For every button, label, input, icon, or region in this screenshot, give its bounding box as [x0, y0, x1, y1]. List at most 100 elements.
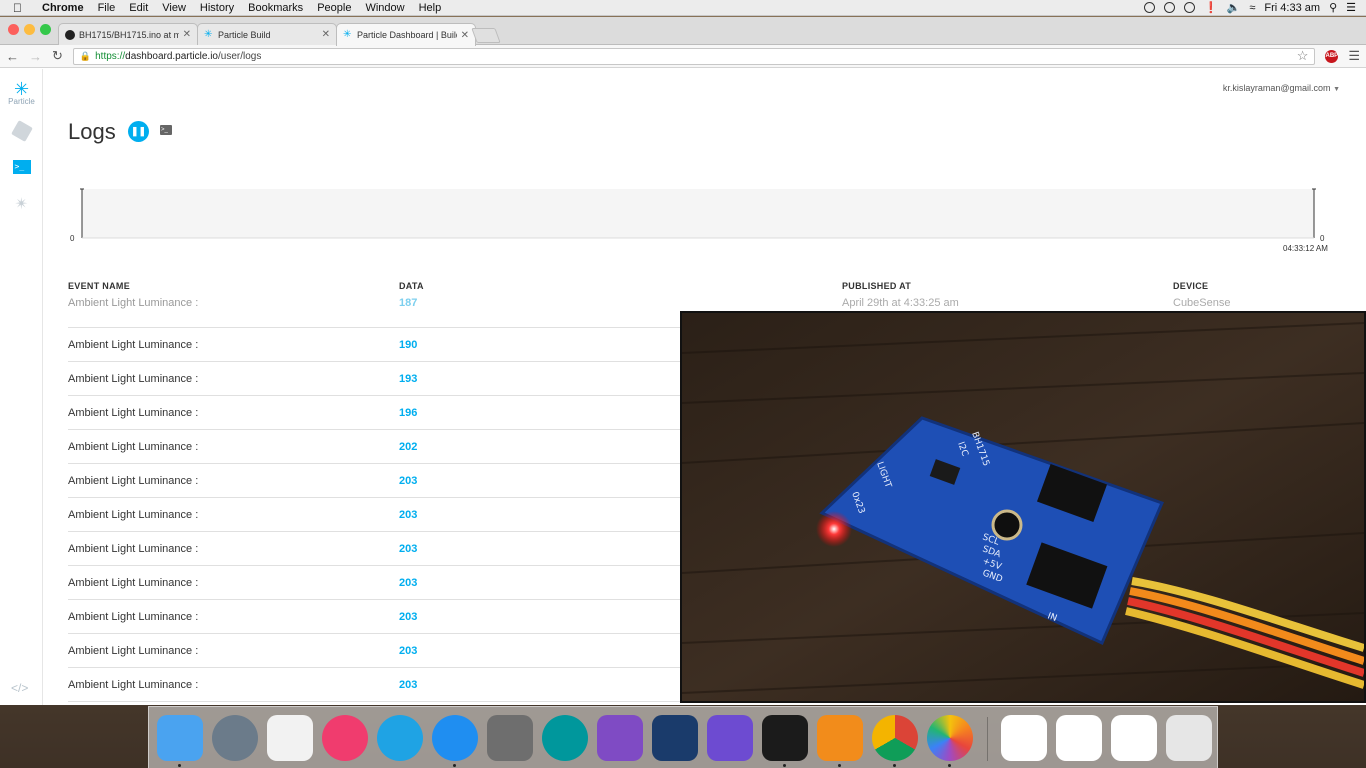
imovie-icon[interactable]: [707, 715, 753, 761]
data-cell: 203: [399, 475, 418, 487]
chrome-icon[interactable]: [872, 715, 918, 761]
menu-bookmarks[interactable]: Bookmarks: [241, 0, 310, 16]
back-icon[interactable]: ←: [6, 49, 19, 64]
itunes-icon[interactable]: [322, 715, 368, 761]
window-close-icon[interactable]: [8, 24, 19, 35]
terminal-icon[interactable]: [762, 715, 808, 761]
event-name-cell: Ambient Light Luminance :: [68, 297, 199, 309]
dock-separator: [987, 717, 988, 761]
address-bar[interactable]: 🔒 https://dashboard.particle.io/user/log…: [72, 47, 1316, 65]
launchpad-icon[interactable]: [212, 715, 258, 761]
code-icon[interactable]: </>: [11, 681, 28, 695]
menu-people[interactable]: People: [310, 0, 358, 16]
volume-icon[interactable]: 🔈: [1227, 1, 1241, 14]
wifi-icon[interactable]: ≈: [1249, 2, 1255, 14]
pause-stream-button[interactable]: ❚❚: [128, 121, 149, 142]
spotlight-search-icon[interactable]: ⚲: [1329, 1, 1337, 14]
video-overlay: LIGHT 0x23 BH1715 I2C GND +5V SDA SCL IN: [680, 311, 1366, 703]
sync-status-icon[interactable]: [1183, 2, 1195, 13]
system-preferences-icon[interactable]: [487, 715, 533, 761]
photos-icon[interactable]: [927, 715, 973, 761]
arduino-icon[interactable]: [542, 715, 588, 761]
particle-icon: ✳: [204, 28, 213, 40]
app-store-icon[interactable]: [432, 715, 478, 761]
check-status-icon[interactable]: [1163, 2, 1175, 13]
tab-particle-dashboard[interactable]: ✳ Particle Dashboard | Build ✕: [336, 23, 476, 46]
event-name-cell: Ambient Light Luminance :: [68, 645, 199, 657]
menu-help[interactable]: Help: [412, 0, 449, 16]
running-indicator: [838, 764, 841, 767]
forward-icon[interactable]: →: [29, 49, 42, 64]
terminal-view-button[interactable]: >_: [160, 125, 172, 135]
menu-edit[interactable]: Edit: [122, 0, 155, 16]
dock: [148, 706, 1218, 768]
lock-icon: 🔒: [79, 50, 92, 61]
data-cell: 193: [399, 373, 418, 385]
menu-history[interactable]: History: [193, 0, 241, 16]
tab-github[interactable]: BH1715/BH1715.ino at ma ✕: [58, 23, 198, 45]
menu-file[interactable]: File: [91, 0, 123, 16]
apple-menu-icon[interactable]: : [0, 0, 35, 16]
adblock-plus-icon[interactable]: ABP: [1325, 49, 1339, 63]
menu-app-name[interactable]: Chrome: [35, 0, 91, 16]
clock[interactable]: Fri 4:33 am: [1264, 2, 1320, 14]
event-name-cell: Ambient Light Luminance :: [68, 441, 199, 453]
record-status-icon[interactable]: [1143, 2, 1155, 13]
event-name-cell: Ambient Light Luminance :: [68, 611, 199, 623]
sensor-board-photo: LIGHT 0x23 BH1715 I2C GND +5V SDA SCL IN: [681, 313, 1366, 701]
y-left-tick-label: 0: [70, 234, 75, 243]
tab-particle-build[interactable]: ✳ Particle Build ✕: [197, 23, 337, 45]
window-thumbnail-icon[interactable]: [1001, 715, 1047, 761]
running-indicator: [893, 764, 896, 767]
terminal-icon: >_: [12, 160, 31, 174]
event-chart: 0 0 04:33:12 AM: [70, 188, 1328, 253]
window-thumbnail-icon[interactable]: [1111, 715, 1157, 761]
page-title: Logs: [68, 119, 116, 144]
event-name-cell: Ambient Light Luminance :: [68, 543, 199, 555]
data-cell: 190: [399, 339, 418, 351]
nav-particle-home[interactable]: ✳ Particle: [8, 79, 35, 106]
user-menu[interactable]: kr.kislayraman@gmail.com ▼: [1223, 83, 1340, 93]
menu-window[interactable]: Window: [358, 0, 411, 16]
window-minimize-icon[interactable]: [24, 24, 35, 35]
chrome-menu-icon[interactable]: ☰: [1348, 48, 1360, 64]
github-icon: [65, 29, 75, 40]
github-desktop-icon[interactable]: [597, 715, 643, 761]
nav-devices[interactable]: [8, 120, 35, 142]
textedit-icon[interactable]: [267, 715, 313, 761]
particle-logo-icon: ✳: [13, 79, 30, 99]
data-cell: 203: [399, 645, 418, 657]
menu-bar:  Chrome File Edit View History Bookmark…: [0, 0, 1366, 16]
window-zoom-icon[interactable]: [40, 24, 51, 35]
new-tab-button[interactable]: [471, 28, 501, 43]
window-thumbnail-icon[interactable]: [1056, 715, 1102, 761]
event-name-cell: Ambient Light Luminance :: [68, 407, 199, 419]
trash-icon[interactable]: [1166, 715, 1212, 761]
event-name-cell: Ambient Light Luminance :: [68, 475, 199, 487]
y-right-tick-label: 0: [1320, 234, 1325, 243]
tab-close-icon[interactable]: ✕: [322, 29, 330, 40]
quicktime-icon[interactable]: [652, 715, 698, 761]
mounting-hole: [991, 509, 1023, 541]
data-cell: 196: [399, 407, 418, 419]
nav-logs[interactable]: >_: [8, 160, 35, 174]
menu-view[interactable]: View: [155, 0, 193, 16]
data-cell: 203: [399, 509, 418, 521]
skype-icon[interactable]: [377, 715, 423, 761]
running-indicator: [178, 764, 181, 767]
event-name-cell: Ambient Light Luminance :: [68, 373, 199, 385]
bluetooth-icon[interactable]: ❗: [1204, 1, 1218, 14]
url-scheme: https://: [95, 50, 126, 62]
reload-icon[interactable]: ↻: [52, 48, 63, 64]
data-cell: 203: [399, 679, 418, 691]
tab-close-icon[interactable]: ✕: [183, 29, 191, 40]
data-cell: 202: [399, 441, 418, 453]
bookmark-star-icon[interactable]: ☆: [1297, 48, 1309, 64]
tab-strip: BH1715/BH1715.ino at ma ✕ ✳ Particle Bui…: [0, 17, 1366, 46]
vlc-icon[interactable]: [817, 715, 863, 761]
finder-icon[interactable]: [157, 715, 203, 761]
notification-center-icon[interactable]: ☰: [1346, 1, 1356, 14]
nav-integrations[interactable]: ✴: [8, 194, 35, 214]
tab-close-icon[interactable]: ✕: [461, 30, 469, 41]
integrations-icon: ✴: [14, 196, 29, 213]
